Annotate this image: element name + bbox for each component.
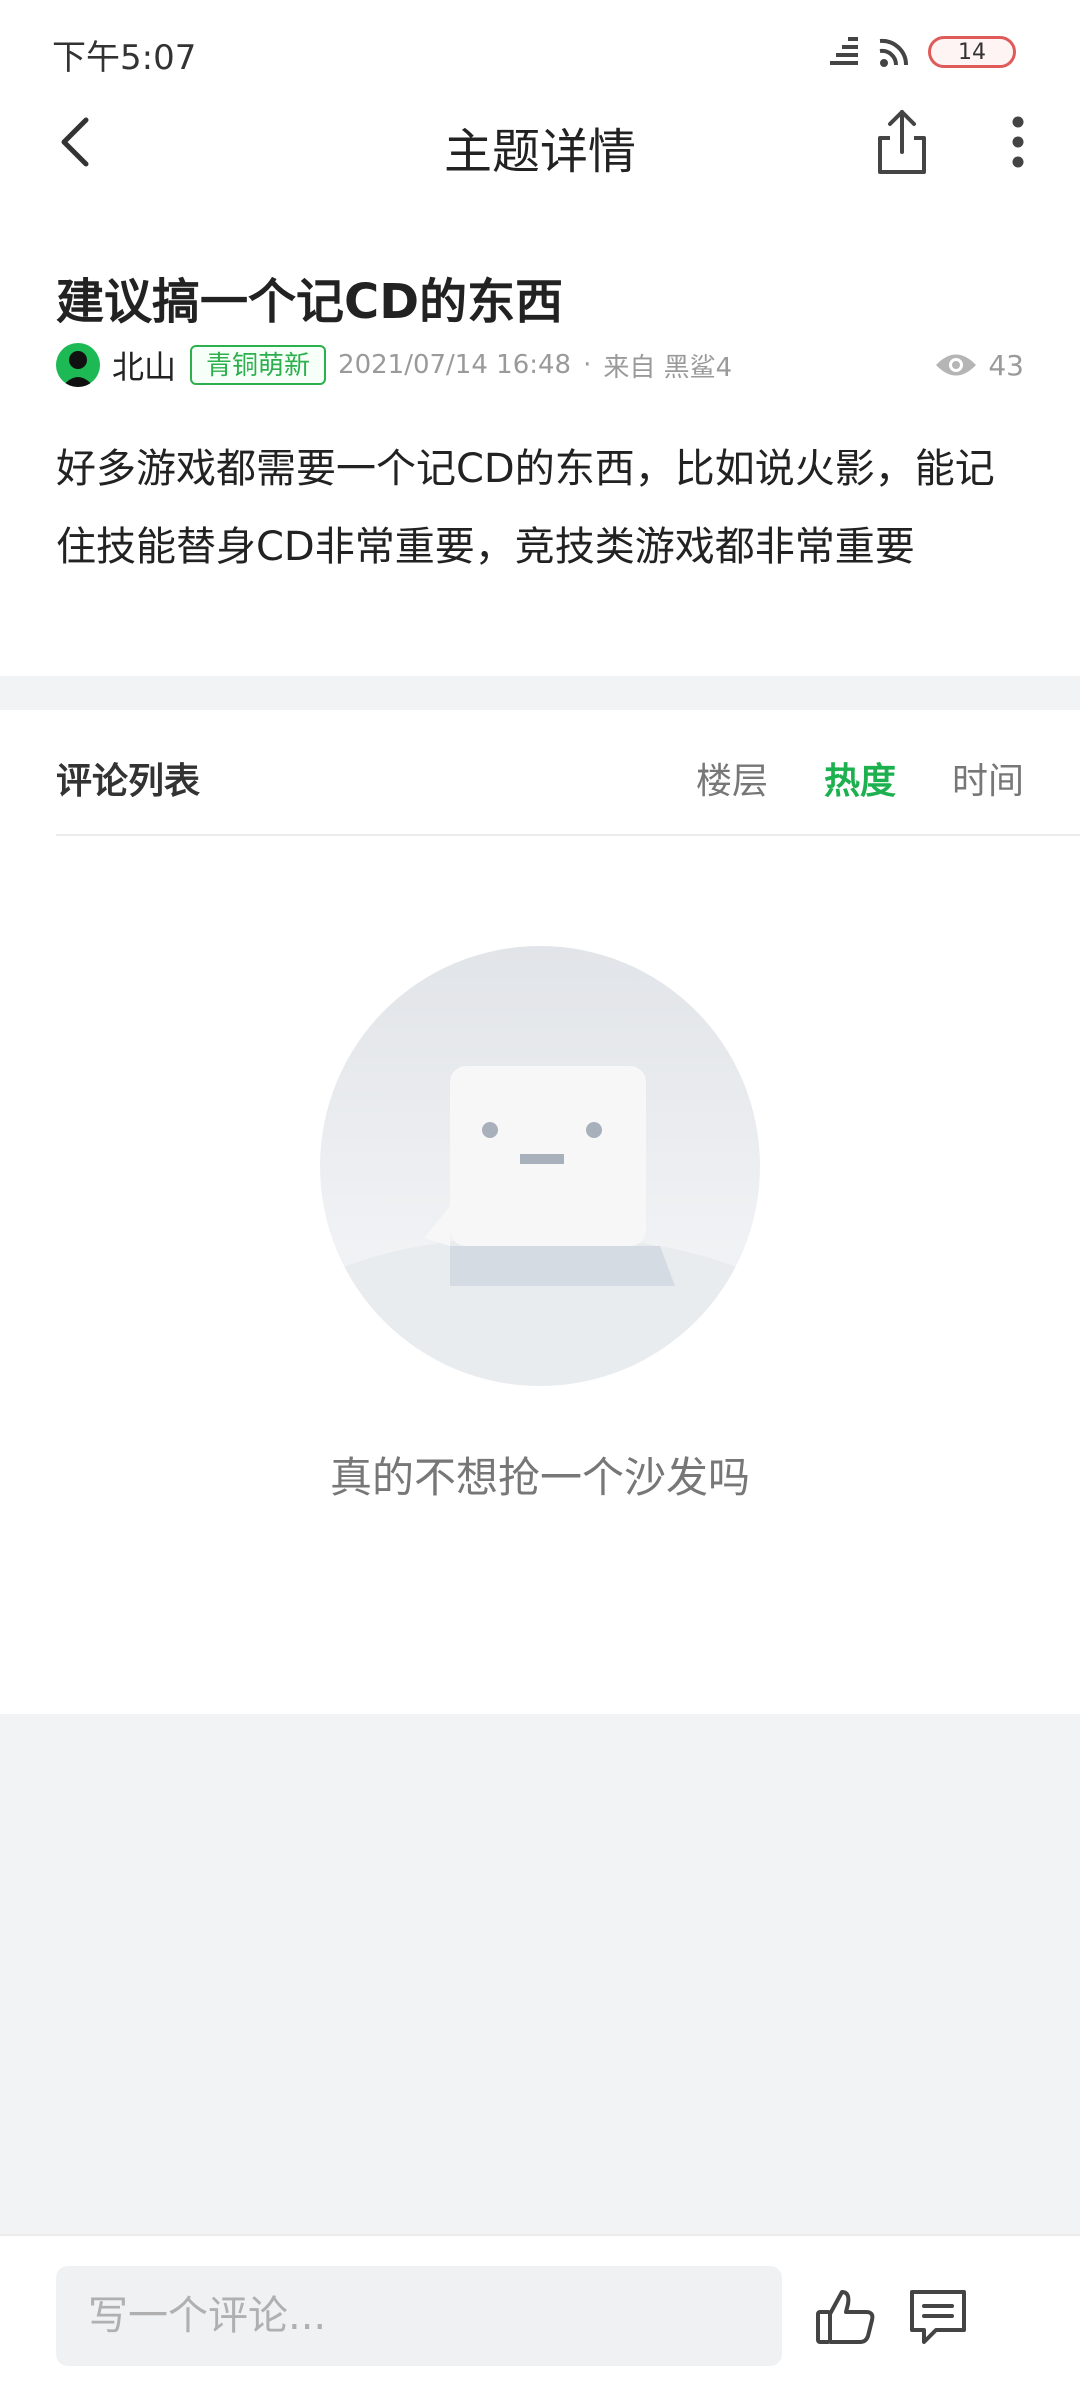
empty-box-icon (320, 946, 760, 1386)
divider (56, 834, 1080, 836)
signal-icon (830, 37, 858, 65)
wifi-icon (879, 38, 909, 67)
post-source: 来自 黑鲨4 (603, 352, 733, 383)
comment-input[interactable] (56, 2266, 782, 2366)
battery-icon: 14 (928, 36, 1016, 68)
view-count-value: 43 (988, 348, 1024, 382)
empty-state-illustration (320, 946, 760, 1386)
empty-state-text: 真的不想抢一个沙发吗 (329, 1453, 750, 1502)
comments-title: 评论列表 (56, 761, 201, 802)
user-level-badge: 青铜萌新 (190, 345, 327, 385)
post-title: 建议搞一个记CD的东西 (56, 274, 564, 330)
thumbs-up-icon (816, 2290, 875, 2344)
status-time: 下午5:07 (52, 38, 197, 78)
author-name[interactable]: 北山 (112, 342, 176, 388)
post-meta: 北山 青铜萌新 2021/07/14 16:48 · 来自 黑鲨4 (56, 342, 732, 388)
user-icon (62, 351, 94, 387)
view-count: 43 (934, 342, 1024, 388)
share-button[interactable] (872, 106, 932, 178)
meta-separator: · (583, 350, 592, 380)
more-options-button[interactable] (996, 112, 1040, 172)
share-icon (878, 110, 926, 174)
like-button[interactable] (814, 2284, 878, 2348)
status-icons: 14 (826, 30, 1016, 74)
comment-button[interactable] (906, 2284, 970, 2348)
eye-icon (936, 354, 977, 376)
more-vertical-icon (1012, 116, 1024, 168)
post-body: 好多游戏都需要一个记CD的东西，比如说火影，能记住技能替身CD非常重要，竞技类游… (56, 446, 995, 570)
sort-tab-time[interactable]: 时间 (952, 752, 1024, 804)
sort-tab-floor[interactable]: 楼层 (696, 752, 768, 804)
sort-tabs: 楼层 热度 时间 (696, 752, 1024, 804)
battery-level: 14 (958, 39, 986, 65)
sort-tab-hot[interactable]: 热度 (824, 752, 896, 804)
post-date: 2021/07/14 16:48 (338, 350, 572, 380)
avatar[interactable] (56, 343, 100, 387)
comment-icon (910, 2290, 966, 2344)
